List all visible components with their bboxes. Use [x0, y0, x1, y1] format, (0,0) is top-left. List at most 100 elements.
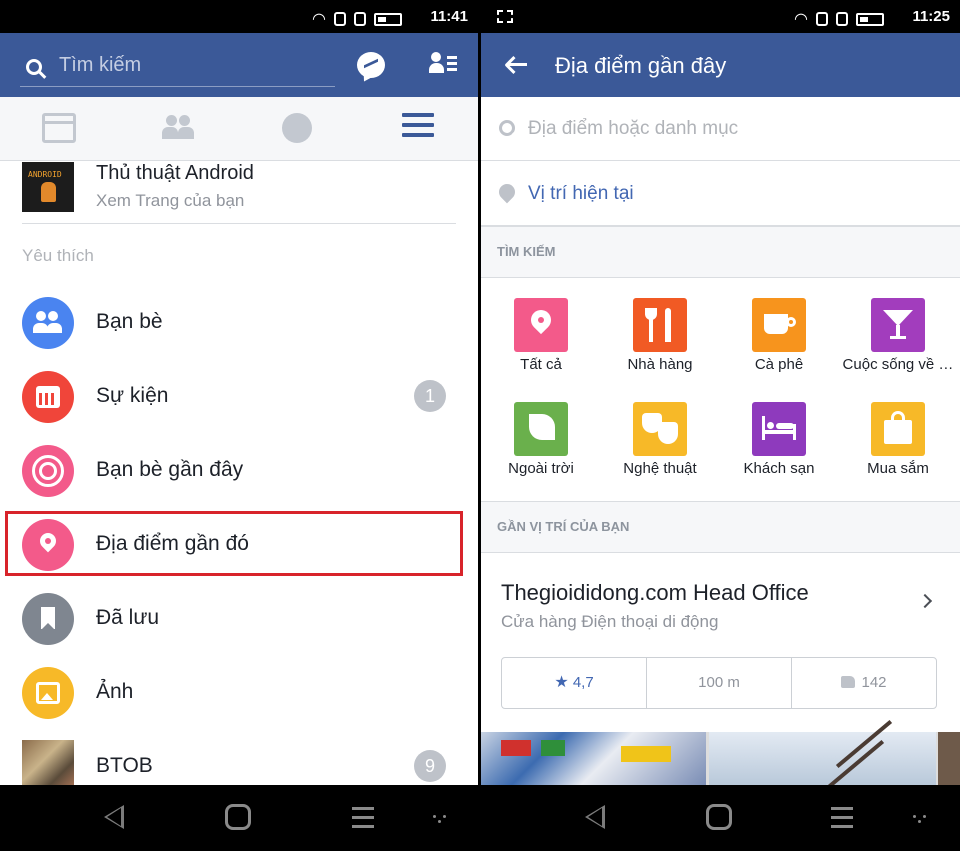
- sim-icon: [816, 12, 828, 26]
- wifi-icon: ◠: [312, 11, 326, 28]
- place-photos: [481, 719, 960, 789]
- store-photo[interactable]: [481, 732, 706, 785]
- category-shopping[interactable]: Mua sắm: [838, 402, 958, 477]
- android-nav-bar: [481, 785, 960, 851]
- tab-bar: [0, 97, 478, 161]
- status-icons: ◠: [794, 9, 884, 29]
- distance-button[interactable]: 100 m: [647, 658, 792, 708]
- page-shortcut[interactable]: ANDROID Thủ thuật Android Xem Trang của …: [22, 162, 456, 224]
- distance-value: 100 m: [698, 674, 740, 691]
- menu-label: Bạn bè gần đây: [96, 458, 244, 481]
- status-bar: ◠ 11:41: [0, 0, 478, 33]
- place-search-input[interactable]: Địa điểm hoặc danh mục: [481, 97, 960, 161]
- category-nightlife[interactable]: Cuộc sống về …: [838, 298, 958, 373]
- facebook-top-bar: Tìm kiếm: [0, 33, 478, 97]
- nearby-friends-icon: [22, 445, 74, 497]
- place-card[interactable]: Thegioididong.com Head Office Cửa hàng Đ…: [481, 554, 960, 732]
- category-coffee[interactable]: Cà phê: [719, 298, 839, 373]
- friend-requests-icon[interactable]: [429, 52, 459, 76]
- menu-label: Bạn bè: [96, 310, 163, 333]
- star-icon: ★: [554, 674, 569, 691]
- leaf-icon: [514, 402, 568, 456]
- place-stats: ★ 4,7 100 m 142: [501, 657, 937, 709]
- category-restaurants[interactable]: Nhà hàng: [600, 298, 720, 373]
- home-nav-icon[interactable]: [225, 804, 251, 830]
- menu-item-friends[interactable]: Bạn bè: [0, 286, 478, 360]
- left-screen: ◠ 11:41 Tìm kiếm ANDROID Thủ thuật Andro…: [0, 0, 478, 851]
- page-avatar: ANDROID: [22, 162, 74, 212]
- category-label: Khách sạn: [743, 460, 815, 477]
- search-input[interactable]: Tìm kiếm: [20, 51, 335, 87]
- messenger-icon[interactable]: [357, 52, 385, 78]
- coffee-cup-icon: [752, 298, 806, 352]
- menu-item-events[interactable]: Sự kiện 1: [0, 360, 478, 434]
- sim-icon: [334, 12, 346, 26]
- current-location-button[interactable]: Vị trí hiện tại: [481, 162, 960, 226]
- back-arrow-icon[interactable]: [504, 55, 527, 75]
- sim2-icon: [354, 12, 366, 26]
- category-arts[interactable]: Nghệ thuật: [600, 402, 720, 477]
- chevron-right-icon[interactable]: [917, 593, 933, 609]
- category-grid: Tất cả Nhà hàng Cà phê Cuộc sống về … Ng…: [481, 279, 960, 501]
- cocktail-icon: [871, 298, 925, 352]
- category-label: Nghệ thuật: [623, 460, 697, 477]
- category-hotels[interactable]: Khách sạn: [719, 402, 839, 477]
- category-label: Tất cả: [520, 356, 562, 373]
- menu-item-nearby-friends[interactable]: Bạn bè gần đây: [0, 434, 478, 508]
- recents-nav-icon[interactable]: [352, 807, 374, 834]
- bookmark-icon: [22, 593, 74, 645]
- place-name: Thegioididong.com Head Office: [501, 580, 809, 605]
- location-pin-icon: [495, 180, 519, 204]
- category-label: Nhà hàng: [627, 356, 693, 373]
- favorites-heading: Yêu thích: [22, 246, 94, 265]
- battery-icon: [856, 12, 884, 26]
- news-feed-tab-icon[interactable]: [42, 113, 76, 143]
- menu-item-photos[interactable]: Ảnh: [0, 656, 478, 730]
- rating-button[interactable]: ★ 4,7: [502, 658, 647, 708]
- more-nav-icon[interactable]: [433, 815, 447, 823]
- status-time: 11:25: [912, 8, 950, 25]
- search-section-header: TÌM KIẾM: [481, 226, 960, 278]
- home-nav-icon[interactable]: [706, 804, 732, 830]
- fork-knife-icon: [633, 298, 687, 352]
- likes-value: 142: [861, 674, 887, 691]
- category-outdoors[interactable]: Ngoài trời: [481, 402, 601, 477]
- place-category: Cửa hàng Điện thoại di động: [501, 612, 719, 631]
- status-icons: ◠: [312, 9, 402, 29]
- status-time: 11:41: [430, 8, 468, 25]
- battery-icon: [374, 12, 402, 26]
- bed-icon: [752, 402, 806, 456]
- rocket-photo[interactable]: [709, 719, 936, 789]
- recents-nav-icon[interactable]: [831, 807, 853, 834]
- category-label: Ngoài trời: [508, 460, 574, 477]
- photo-icon: [22, 667, 74, 719]
- menu-item-saved[interactable]: Đã lưu: [0, 582, 478, 656]
- nearby-section-header: GẦN VỊ TRÍ CỦA BẠN: [481, 501, 960, 553]
- menu-label: Sự kiện: [96, 384, 169, 407]
- back-nav-icon[interactable]: [104, 805, 124, 829]
- search-placeholder: Tìm kiếm: [59, 54, 142, 76]
- more-nav-icon[interactable]: [913, 815, 927, 823]
- search-icon: [26, 59, 42, 75]
- shopping-bag-icon: [871, 402, 925, 456]
- likes-button[interactable]: 142: [792, 658, 936, 708]
- friends-icon: [22, 297, 74, 349]
- thumbs-up-icon: [841, 676, 856, 688]
- menu-label: BTOB: [96, 754, 153, 777]
- app-bar: Địa điểm gần đây: [481, 33, 960, 97]
- menu-tab-icon[interactable]: [402, 113, 436, 143]
- photo-thumbnail[interactable]: [938, 732, 960, 785]
- android-nav-bar: [0, 785, 478, 851]
- friends-tab-icon[interactable]: [162, 113, 196, 143]
- category-all[interactable]: Tất cả: [481, 298, 601, 373]
- rating-value: 4,7: [572, 674, 594, 691]
- category-label: Mua sắm: [867, 460, 929, 477]
- back-nav-icon[interactable]: [585, 805, 605, 829]
- menu-label: Ảnh: [96, 680, 134, 703]
- calendar-icon: [22, 371, 74, 423]
- notifications-globe-icon[interactable]: [282, 113, 312, 143]
- theater-masks-icon: [633, 402, 687, 456]
- right-screen: ◠ 11:25 Địa điểm gần đây Địa điểm hoặc d…: [481, 0, 960, 851]
- screenshot-icon: [497, 10, 513, 23]
- page-title: Địa điểm gần đây: [555, 53, 727, 78]
